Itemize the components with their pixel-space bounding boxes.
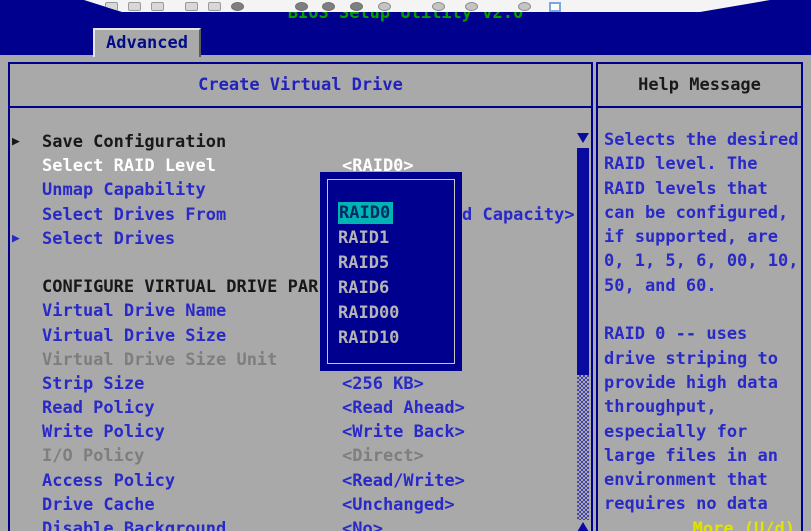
list-item-disable-background[interactable]: Disable Background <No> [12, 517, 572, 531]
item-label: I/O Policy [42, 444, 144, 468]
item-label: Virtual Drive Size [42, 324, 226, 348]
help-text: Selects the desired RAID level. The RAID… [604, 128, 799, 517]
list-section-heading: CONFIGURE VIRTUAL DRIVE PAR [12, 275, 572, 299]
list-item-virtual-drive-size[interactable]: Virtual Drive Size [12, 324, 572, 348]
item-value[interactable]: <Write Back> [342, 420, 465, 444]
list-item-virtual-drive-name[interactable]: Virtual Drive Name [12, 299, 572, 323]
list-item-io-policy: I/O Policy <Direct> [12, 444, 572, 468]
create-virtual-drive-panel: Create Virtual Drive ▶ Save Configuratio… [8, 62, 593, 531]
scroll-up-arrow-icon[interactable] [577, 522, 589, 531]
tab-advanced[interactable]: Advanced [93, 28, 201, 57]
help-text-line: throughput, [604, 395, 799, 419]
item-label: Write Policy [42, 420, 165, 444]
selected-option-highlight[interactable]: RAID0 [338, 202, 393, 224]
help-text-line: 50, and 60. [604, 274, 799, 298]
help-text-line: RAID level. The [604, 152, 799, 176]
help-text-line: especially for [604, 420, 799, 444]
toolbar-icon[interactable] [208, 2, 221, 11]
toolbar-icon[interactable] [350, 2, 363, 11]
toolbar-icon[interactable] [322, 2, 335, 11]
list-item-write-policy[interactable]: Write Policy <Write Back> [12, 420, 572, 444]
dropdown-option-raid10[interactable]: RAID10 [338, 326, 454, 351]
dropdown-option-raid5[interactable]: RAID5 [338, 251, 454, 276]
toolbar-icon[interactable] [295, 2, 308, 11]
item-value[interactable]: <256 KB> [342, 372, 424, 396]
help-text-line: RAID levels that [604, 177, 799, 201]
panel-title: Create Virtual Drive [10, 64, 591, 108]
help-text-line: can be configured, [604, 201, 799, 225]
item-label: Disable Background [42, 517, 226, 531]
list-spacer [12, 251, 572, 275]
dropdown-options: RAID0 RAID1 RAID5 RAID6 RAID00 RAID10 [338, 201, 454, 351]
list-item-save-configuration[interactable]: ▶ Save Configuration [12, 130, 572, 154]
settings-list: ▶ Save Configuration Select RAID Level <… [12, 130, 572, 531]
list-item-read-policy[interactable]: Read Policy <Read Ahead> [12, 396, 572, 420]
toolbar-icon[interactable] [151, 2, 164, 11]
list-item-strip-size[interactable]: Strip Size <256 KB> [12, 372, 572, 396]
help-text-line: RAID 0 -- uses [604, 322, 799, 346]
toolbar-icon[interactable] [378, 2, 391, 11]
scrollbar-track[interactable] [577, 375, 589, 520]
overlapping-toolbar-fragment [84, 0, 770, 12]
item-value[interactable]: <Unchanged> [342, 493, 455, 517]
list-item-access-policy[interactable]: Access Policy <Read/Write> [12, 469, 572, 493]
toolbar-icon[interactable] [518, 2, 531, 11]
help-text-line: large files in an [604, 444, 799, 468]
toolbar-icon[interactable] [432, 2, 445, 11]
scrollbar[interactable] [576, 132, 590, 531]
list-item-select-raid-level[interactable]: Select RAID Level <RAID0> [12, 154, 572, 178]
item-label: Access Policy [42, 469, 175, 493]
help-text-line: provide high data [604, 371, 799, 395]
list-item-select-drives-from[interactable]: Select Drives From d Capacity> [12, 203, 572, 227]
list-item-unmap-capability[interactable]: Unmap Capability [12, 178, 572, 202]
toolbar-icon[interactable] [185, 2, 198, 11]
item-label: Strip Size [42, 372, 144, 396]
help-text-line: environment that [604, 468, 799, 492]
submenu-arrow-icon: ▶ [12, 130, 20, 154]
item-label: Drive Cache [42, 493, 155, 517]
submenu-arrow-icon: ▶ [12, 227, 20, 251]
help-text-line: drive striping to [604, 347, 799, 371]
toolbar-icon[interactable] [465, 2, 478, 11]
help-text-line: if supported, are [604, 225, 799, 249]
list-item-select-drives[interactable]: ▶ Select Drives [12, 227, 572, 251]
dropdown-option-raid00[interactable]: RAID00 [338, 301, 454, 326]
list-item-virtual-drive-size-unit: Virtual Drive Size Unit [12, 348, 572, 372]
section-label: CONFIGURE VIRTUAL DRIVE PAR [42, 275, 318, 299]
item-value[interactable]: <Read/Write> [342, 469, 465, 493]
item-value-partially-hidden: d Capacity> [462, 203, 575, 227]
item-label: Select Drives [42, 227, 175, 251]
scrollbar-thumb[interactable] [577, 148, 589, 375]
item-label: Virtual Drive Name [42, 299, 226, 323]
dropdown-option-raid6[interactable]: RAID6 [338, 276, 454, 301]
dropdown-option-raid0[interactable]: RAID0 [338, 201, 454, 226]
item-value[interactable]: <No> [342, 517, 383, 531]
item-value[interactable]: <Read Ahead> [342, 396, 465, 420]
item-label: Unmap Capability [42, 178, 206, 202]
help-text-line: Selects the desired [604, 128, 799, 152]
toolbar-icon[interactable] [231, 2, 244, 11]
toolbar-selected-icon[interactable] [549, 2, 561, 12]
more-scroll-indicator: More (U/d) [693, 521, 795, 531]
help-text-line: requires no data [604, 492, 799, 516]
toolbar-icon[interactable] [128, 2, 141, 11]
item-label: Select Drives From [42, 203, 226, 227]
help-text-line [604, 298, 799, 322]
item-label: Virtual Drive Size Unit [42, 348, 277, 372]
item-label: Save Configuration [42, 130, 226, 154]
raid-level-dropdown: RAID0 RAID1 RAID5 RAID6 RAID00 RAID10 [320, 172, 462, 371]
scroll-down-arrow-icon[interactable] [577, 133, 589, 143]
bios-setup-screen: BIOS Setup Utility v2.0 Advanced Create … [0, 0, 811, 531]
help-message-panel: Help Message Selects the desired RAID le… [596, 62, 803, 531]
help-panel-title: Help Message [598, 64, 801, 108]
help-text-line: 0, 1, 5, 6, 00, 10, [604, 249, 799, 273]
item-value: <Direct> [342, 444, 424, 468]
list-item-drive-cache[interactable]: Drive Cache <Unchanged> [12, 493, 572, 517]
item-label: Select RAID Level [42, 154, 216, 178]
item-label: Read Policy [42, 396, 155, 420]
dropdown-option-raid1[interactable]: RAID1 [338, 226, 454, 251]
